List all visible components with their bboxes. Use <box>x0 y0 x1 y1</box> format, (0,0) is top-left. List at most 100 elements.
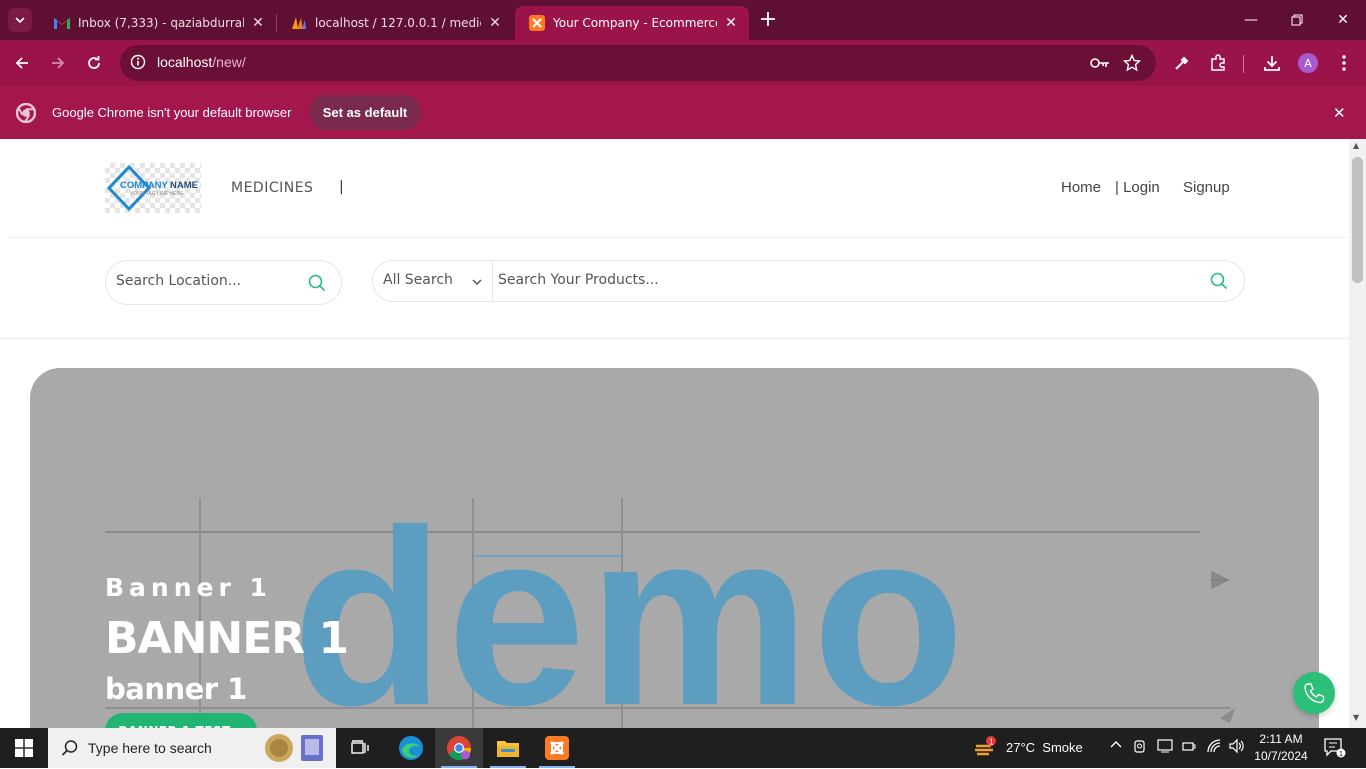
arrow-left-icon <box>15 57 28 69</box>
banner-title: BANNER 1 <box>105 613 349 664</box>
tab-phpmyadmin[interactable]: localhost / 127.0.0.1 / medicine ✕ <box>277 6 513 40</box>
url-path: /new/ <box>212 54 246 70</box>
search-divider <box>492 261 493 301</box>
browser-toolbar: localhost/new/ A <box>0 40 1366 86</box>
chevron-up-icon[interactable] <box>1110 739 1122 754</box>
tab-strip: Inbox (7,333) - qaziabdurrahma ✕ localho… <box>0 0 1366 40</box>
nav-login[interactable]: | Login <box>1115 179 1160 196</box>
forward-button[interactable] <box>43 48 73 78</box>
taskbar-edge[interactable] <box>387 728 435 768</box>
hero-banner: demo Banner 1 BANNER 1 banner 1 BANNER 1… <box>30 368 1319 728</box>
set-as-default-button[interactable]: Set as default <box>309 95 421 130</box>
clock-time: 2:11 AM <box>1259 732 1303 746</box>
search-icon[interactable] <box>1210 272 1228 294</box>
scroll-down-icon[interactable]: ▼ <box>1353 713 1359 722</box>
nav-signup[interactable]: Signup <box>1183 179 1230 196</box>
clock-date: 10/7/2024 <box>1254 749 1308 763</box>
taskbar-search-placeholder: Type here to search <box>88 740 212 756</box>
arrow-right-icon <box>52 57 65 69</box>
nav-home[interactable]: Home <box>1061 179 1101 196</box>
notifications-icon[interactable]: 1 <box>1324 738 1346 762</box>
minimize-button[interactable]: — <box>1228 0 1274 40</box>
nav-divider: | <box>339 179 344 195</box>
close-icon[interactable]: ✕ <box>723 15 739 31</box>
taskbar-chrome[interactable] <box>435 728 483 768</box>
edge-icon <box>399 736 423 760</box>
taskbar-file-explorer[interactable] <box>484 728 532 768</box>
reload-button[interactable] <box>79 48 109 78</box>
eyedropper-extension-button[interactable] <box>1167 48 1197 78</box>
call-button[interactable] <box>1293 672 1335 714</box>
web-page: COMPANY NAME YOUR TAG LINE HERE MEDICINE… <box>0 139 1349 728</box>
search-highlight-icon <box>263 731 327 769</box>
weather-icon[interactable]: 1 <box>973 736 999 764</box>
taskbar-search-box[interactable]: Type here to search <box>48 728 336 768</box>
tab-search-button[interactable] <box>8 8 32 32</box>
company-logo[interactable]: COMPANY NAME YOUR TAG LINE HERE <box>105 163 201 213</box>
windows-taskbar: Type here to search 1 27°C Smoke 2:11 AM… <box>0 728 1366 768</box>
search-icon[interactable] <box>308 274 326 296</box>
weather-widget[interactable]: 27°C Smoke <box>1006 740 1083 755</box>
taskbar-xampp[interactable] <box>533 728 581 768</box>
location-search-box <box>105 260 342 305</box>
meet-now-icon[interactable] <box>1133 738 1147 757</box>
svg-text:YOUR TAG LINE HERE: YOUR TAG LINE HERE <box>130 191 184 197</box>
site-info-icon[interactable] <box>130 54 146 74</box>
minimize-icon: — <box>1244 12 1258 28</box>
restore-button[interactable] <box>1274 0 1320 40</box>
banner-cta-button[interactable]: BANNER 1 TEST » <box>105 713 257 728</box>
toolbar-divider <box>1243 55 1244 73</box>
chrome-logo-icon <box>15 102 37 127</box>
folder-icon <box>497 741 519 757</box>
banner-image-text: demo <box>292 478 967 728</box>
gmail-icon <box>54 15 70 31</box>
url-text[interactable]: localhost/new/ <box>157 54 246 70</box>
new-tab-button[interactable]: + <box>756 8 780 32</box>
svg-text:1: 1 <box>989 738 994 747</box>
bookmark-star-icon[interactable] <box>1122 53 1142 76</box>
display-icon[interactable] <box>1157 738 1173 757</box>
product-search-input[interactable] <box>498 272 1178 288</box>
password-key-icon[interactable] <box>1090 55 1110 74</box>
avatar: A <box>1298 53 1318 73</box>
battery-plug-icon[interactable] <box>1181 738 1197 757</box>
extensions-button[interactable] <box>1203 48 1233 78</box>
category-select[interactable]: All Search <box>383 272 453 288</box>
tab-title: Your Company - Ecommerce HT <box>553 16 717 30</box>
close-window-button[interactable]: ✕ <box>1320 0 1366 40</box>
banner-subtitle: Banner 1 <box>105 573 272 602</box>
puzzle-icon <box>1211 54 1225 71</box>
chevron-down-icon <box>15 17 25 24</box>
start-button[interactable] <box>0 728 48 768</box>
svg-text:COMPANY: COMPANY <box>120 180 169 191</box>
banner-text: banner 1 <box>105 672 247 706</box>
volume-icon[interactable] <box>1228 738 1246 757</box>
profile-button[interactable]: A <box>1293 48 1323 78</box>
task-view-button[interactable] <box>336 728 384 768</box>
kebab-menu-icon <box>1342 55 1346 71</box>
close-icon[interactable]: ✕ <box>250 15 266 31</box>
network-icon[interactable] <box>1206 738 1222 757</box>
weather-temp: 27°C <box>1006 740 1036 755</box>
tab-title: Inbox (7,333) - qaziabdurrahma <box>78 16 244 30</box>
reload-icon <box>88 56 100 69</box>
address-bar[interactable]: localhost/new/ <box>120 45 1156 81</box>
xampp-icon <box>545 736 569 760</box>
phone-icon <box>1304 683 1325 704</box>
scroll-up-icon[interactable]: ▲ <box>1353 141 1359 150</box>
tab-gmail[interactable]: Inbox (7,333) - qaziabdurrahma ✕ <box>40 6 276 40</box>
downloads-button[interactable] <box>1257 48 1287 78</box>
close-icon: ✕ <box>1337 12 1349 28</box>
chrome-menu-button[interactable] <box>1329 48 1359 78</box>
taskbar-clock[interactable]: 2:11 AM 10/7/2024 <box>1254 731 1308 765</box>
tab-your-company[interactable]: Your Company - Ecommerce HT ✕ <box>515 6 749 40</box>
chevron-down-icon[interactable] <box>471 273 483 292</box>
scrollbar-thumb[interactable] <box>1352 157 1363 283</box>
nav-medicines[interactable]: MEDICINES <box>231 180 313 196</box>
location-search-input[interactable] <box>116 273 296 289</box>
download-icon <box>1264 56 1280 71</box>
close-icon[interactable]: ✕ <box>487 15 503 31</box>
back-button[interactable] <box>7 48 37 78</box>
close-icon[interactable]: ✕ <box>1333 104 1346 122</box>
logo-graphic: COMPANY NAME YOUR TAG LINE HERE <box>106 164 198 212</box>
